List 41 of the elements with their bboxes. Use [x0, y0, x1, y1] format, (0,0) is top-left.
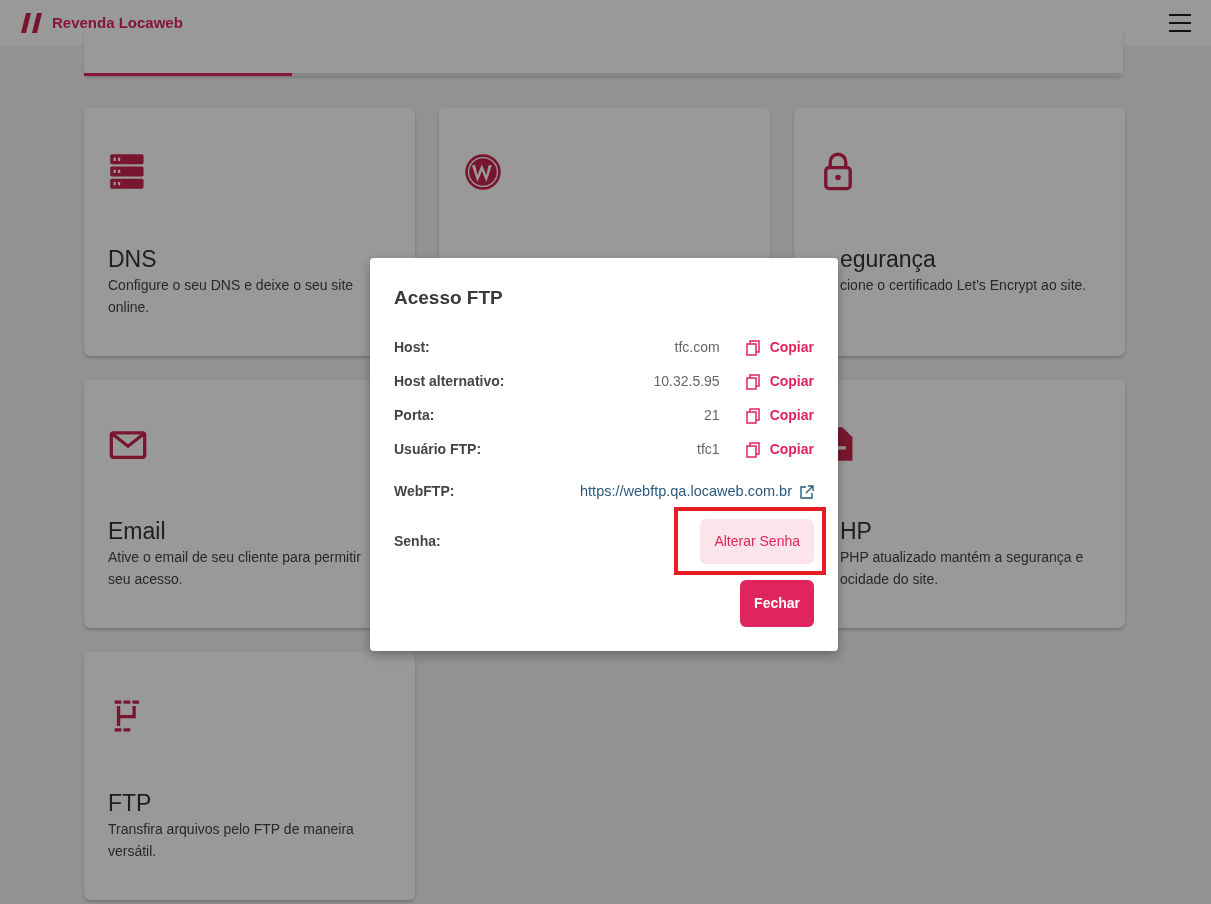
card-description: ocidade do site.	[840, 569, 939, 589]
menu-icon[interactable]	[1169, 14, 1191, 32]
wordpress-logo-icon	[463, 152, 503, 192]
card-description: cione o certificado Let's Encrypt ao site.	[840, 275, 1087, 295]
copy-icon[interactable]	[745, 339, 760, 356]
card-title: egurança	[840, 246, 936, 274]
copy-button[interactable]: Copiar	[745, 439, 814, 460]
card-description: online.	[108, 297, 150, 317]
close-button[interactable]: Fechar	[740, 579, 814, 627]
webftp-link[interactable]: https://webftp.qa.locaweb.com.br	[580, 480, 792, 503]
external-link-icon[interactable]	[800, 484, 814, 499]
card-description: Configure o seu DNS e deixe o seu site	[108, 275, 354, 295]
field-label: Usuário FTP:	[394, 440, 482, 459]
field-label: Host alternativo:	[394, 372, 505, 391]
copy-icon[interactable]	[745, 441, 760, 458]
field-label: Porta:	[394, 406, 435, 425]
copy-icon[interactable]	[745, 407, 760, 424]
copy-button[interactable]: Copiar	[745, 337, 814, 358]
card-title: HP	[840, 518, 872, 546]
card-description: versátil.	[108, 841, 157, 861]
field-value: tfc.com	[674, 338, 720, 357]
copy-icon[interactable]	[745, 373, 760, 390]
field-value: 21	[704, 406, 720, 425]
logo-icon	[20, 13, 44, 33]
card-description: Transfira arquivos pelo FTP de maneira	[108, 819, 354, 839]
dialog-title: Acesso FTP	[394, 286, 504, 310]
field-value: 10.32.5.95	[653, 372, 720, 391]
card-description: seu acesso.	[108, 569, 183, 589]
card-title: Email	[108, 518, 166, 546]
card-description: PHP atualizado mantém a segurança e	[840, 547, 1084, 567]
field-label: Host:	[394, 338, 430, 357]
copy-button[interactable]: Copiar	[745, 405, 814, 426]
card-description: Ative o email de seu cliente para permitir	[108, 547, 361, 567]
card-title: FTP	[108, 790, 152, 818]
field-label: Senha:	[394, 531, 441, 551]
change-password-button[interactable]: Alterar Senha	[700, 518, 814, 564]
card-title: DNS	[108, 246, 157, 274]
brand-name[interactable]: Revenda Locaweb	[52, 11, 183, 35]
field-value: tfc1	[697, 440, 720, 459]
copy-button[interactable]: Copiar	[745, 371, 814, 392]
field-label: WebFTP:	[394, 482, 455, 501]
